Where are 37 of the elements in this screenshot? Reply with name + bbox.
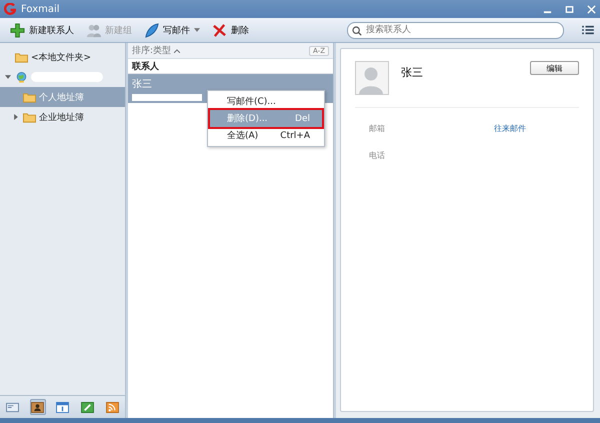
search-field[interactable]: 搜索联系人 [347, 22, 564, 38]
feather-icon [144, 22, 159, 38]
sort-label[interactable]: 排序:类型 [132, 44, 172, 57]
notes-nav-button[interactable] [80, 399, 96, 415]
window-title: Foxmail [21, 4, 60, 14]
contacts-nav-button[interactable] [30, 399, 46, 415]
menu-item[interactable]: 全选(A) Ctrl+A [210, 127, 322, 144]
menu-icon[interactable] [582, 25, 594, 35]
toolbar-button[interactable]: 删除 [210, 20, 255, 40]
field-label: 邮箱 [369, 122, 386, 134]
edit-button[interactable]: 编辑 [530, 61, 579, 75]
folder-icon [15, 52, 28, 62]
toolbar-button[interactable]: 写邮件 [142, 20, 206, 40]
folder-item[interactable]: <本地文件夹> [0, 47, 125, 67]
maximize-icon[interactable] [565, 4, 574, 14]
folder-item[interactable]: 企业地址簿 [0, 107, 125, 127]
globe-icon [15, 72, 28, 82]
expanded-arrow-icon[interactable] [5, 74, 11, 80]
app-logo-icon [4, 3, 16, 15]
folder-icon [23, 112, 36, 122]
search-icon [352, 26, 362, 36]
mail-history-link[interactable]: 往来邮件 [494, 122, 526, 134]
field-label: 电话 [369, 150, 386, 160]
hidden-contact-email [132, 94, 202, 100]
close-icon[interactable] [587, 4, 596, 14]
collapsed-arrow-icon[interactable] [13, 114, 19, 120]
toolbar-button[interactable]: 新建联系人 [8, 20, 80, 40]
folder-icon [23, 92, 36, 102]
calendar-nav-button[interactable] [54, 399, 70, 415]
avatar-silhouette-icon [355, 61, 389, 95]
plus-icon [10, 22, 25, 38]
hidden-account-name [31, 72, 103, 82]
delete-icon [212, 22, 227, 38]
sort-caret-icon[interactable] [174, 48, 180, 52]
people-icon [86, 22, 101, 38]
contact-name: 张三 [401, 65, 423, 80]
feeds-nav-button[interactable] [104, 399, 120, 415]
